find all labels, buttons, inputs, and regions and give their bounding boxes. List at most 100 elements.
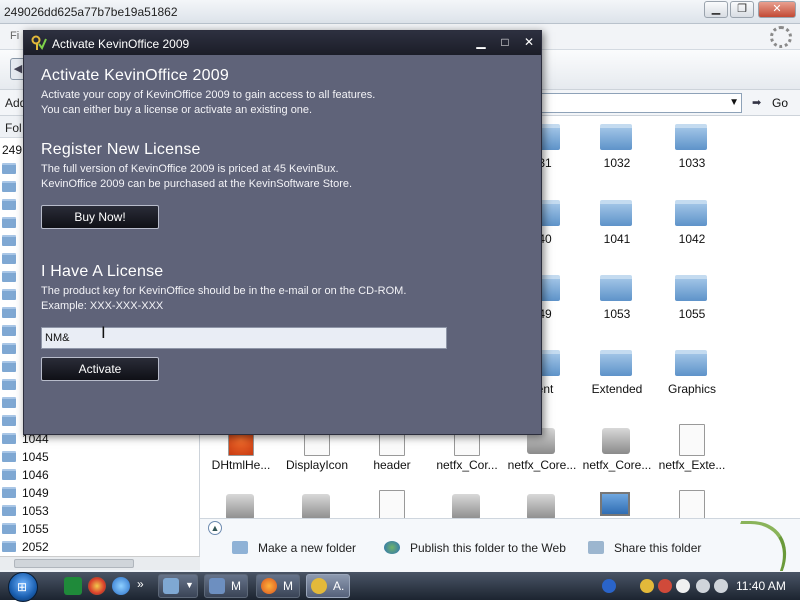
- folder-item-label: 1055: [678, 307, 706, 321]
- folder-icon: [2, 235, 16, 246]
- folder-icon: [2, 289, 16, 300]
- register-heading: Register New License: [41, 141, 201, 158]
- tree-row[interactable]: 1045: [0, 448, 180, 466]
- file-item[interactable]: [206, 488, 276, 520]
- file-item[interactable]: [432, 488, 502, 520]
- folder-item[interactable]: 1042: [657, 196, 727, 262]
- folder-item[interactable]: Extended: [582, 346, 652, 412]
- tray-app-icon[interactable]: [658, 579, 672, 593]
- file-item[interactable]: netfx_Core...: [582, 422, 652, 488]
- folder-icon: [2, 163, 16, 174]
- more-quicklaunch-icon[interactable]: »: [137, 577, 144, 591]
- menu-file[interactable]: Fi: [10, 30, 19, 42]
- folder-icon: [2, 325, 16, 336]
- folder-icon: [2, 379, 16, 390]
- dialog-titlebar: Activate KevinOffice 2009 ▁ □ ✕: [24, 31, 541, 55]
- volume-icon[interactable]: [714, 579, 728, 593]
- address-input[interactable]: ▼: [540, 93, 742, 113]
- close-button[interactable]: ✕: [758, 1, 796, 18]
- dialog-title: Activate KevinOffice 2009: [52, 37, 190, 51]
- tree-row-label: 2052: [22, 540, 49, 554]
- go-button[interactable]: Go: [772, 96, 788, 110]
- folder-icon: [2, 415, 16, 426]
- file-item[interactable]: [357, 488, 427, 522]
- folder-pane-scrollbar[interactable]: [0, 556, 200, 570]
- go-arrow-icon[interactable]: ➡: [752, 96, 761, 109]
- scrollbar-thumb[interactable]: [14, 559, 134, 568]
- dialog-minimize-button[interactable]: ▁: [472, 34, 490, 51]
- dialog-heading: Activate KevinOffice 2009: [41, 67, 229, 84]
- chrome-icon[interactable]: [88, 577, 106, 595]
- folder-item[interactable]: 1041: [582, 196, 652, 262]
- task-label: Publish this folder to the Web: [410, 541, 566, 555]
- installer-icon: [302, 494, 330, 520]
- tree-row[interactable]: 1053: [0, 502, 180, 520]
- dialog-intro-line-2: You can either buy a license or activate…: [41, 104, 313, 116]
- ie-icon[interactable]: [112, 577, 130, 595]
- file-item[interactable]: [282, 488, 352, 520]
- folder-icon: [2, 523, 16, 534]
- address-dropdown-icon[interactable]: ▼: [729, 97, 739, 108]
- folders-header-label: Fol: [5, 121, 22, 135]
- folder-icon: [2, 541, 16, 552]
- activation-dialog: Activate KevinOffice 2009 ▁ □ ✕ Activate…: [23, 30, 542, 435]
- folder-item[interactable]: 1055: [657, 271, 727, 337]
- folder-tree-root[interactable]: 249: [2, 143, 22, 157]
- key-check-icon: [31, 35, 47, 50]
- firefox-icon: [261, 578, 277, 594]
- tree-row[interactable]: 2052: [0, 538, 180, 556]
- explorer-titlebar: 249026dd625a77b7be19a51862 ▁ ❐ ✕: [0, 0, 800, 24]
- file-item-label: netfx_Exte...: [658, 458, 726, 472]
- tree-row-label: 1053: [22, 504, 49, 518]
- file-item[interactable]: [582, 488, 652, 518]
- installer-icon: [452, 494, 480, 520]
- tree-row[interactable]: 1046: [0, 466, 180, 484]
- installer-icon: [527, 494, 555, 520]
- collapse-up-icon[interactable]: ▲: [208, 521, 222, 535]
- activate-button[interactable]: Activate: [41, 357, 159, 381]
- quicklaunch-app-icon[interactable]: [64, 577, 82, 595]
- folder-icon: [2, 343, 16, 354]
- tree-row-label: 1045: [22, 450, 49, 464]
- group-dropdown-icon: ▼: [185, 580, 194, 590]
- new-folder-icon: [232, 541, 248, 554]
- folder-icon: [675, 275, 707, 301]
- loading-spinner-icon: [770, 26, 792, 48]
- tree-row-label: 1055: [22, 522, 49, 536]
- dialog-close-button[interactable]: ✕: [520, 34, 538, 51]
- task-label: Share this folder: [614, 541, 702, 555]
- file-item[interactable]: [507, 488, 577, 520]
- folder-icon: [600, 350, 632, 376]
- key-tray-icon[interactable]: [640, 579, 654, 593]
- help-icon[interactable]: [602, 579, 616, 593]
- folder-item[interactable]: Graphics: [657, 346, 727, 412]
- file-item[interactable]: [657, 488, 727, 522]
- minimize-button[interactable]: ▁: [704, 1, 728, 18]
- buy-now-button[interactable]: Buy Now!: [41, 205, 159, 229]
- tray-status-icon[interactable]: [676, 579, 690, 593]
- taskbar-explorer-group[interactable]: ▼: [158, 574, 198, 598]
- tree-row[interactable]: 1055: [0, 520, 180, 538]
- folder-item[interactable]: 1033: [657, 120, 727, 186]
- taskbar-item[interactable]: M: [256, 574, 300, 598]
- folder-item[interactable]: 1053: [582, 271, 652, 337]
- maximize-button[interactable]: ❐: [730, 1, 754, 18]
- tree-row-label: 1049: [22, 486, 49, 500]
- start-button[interactable]: ⊞: [8, 572, 38, 602]
- folder-icon: [675, 200, 707, 226]
- taskbar: ⊞ » ▼ M M A. 11:40 AM: [0, 572, 800, 602]
- clock[interactable]: 11:40 AM: [736, 579, 786, 593]
- taskbar-item-label: M: [231, 579, 241, 593]
- file-item[interactable]: netfx_Exte...: [657, 422, 727, 488]
- folder-item[interactable]: 1032: [582, 120, 652, 186]
- folder-icon: [2, 253, 16, 264]
- tree-row[interactable]: 1049: [0, 484, 180, 502]
- network-icon[interactable]: [696, 579, 710, 593]
- dialog-maximize-button[interactable]: □: [496, 34, 514, 51]
- taskbar-item[interactable]: M: [204, 574, 248, 598]
- folder-icon: [675, 124, 707, 150]
- taskbar-item-active[interactable]: A.: [306, 574, 350, 598]
- folder-icon: [600, 124, 632, 150]
- folder-icon: [600, 200, 632, 226]
- folder-icon: [2, 199, 16, 210]
